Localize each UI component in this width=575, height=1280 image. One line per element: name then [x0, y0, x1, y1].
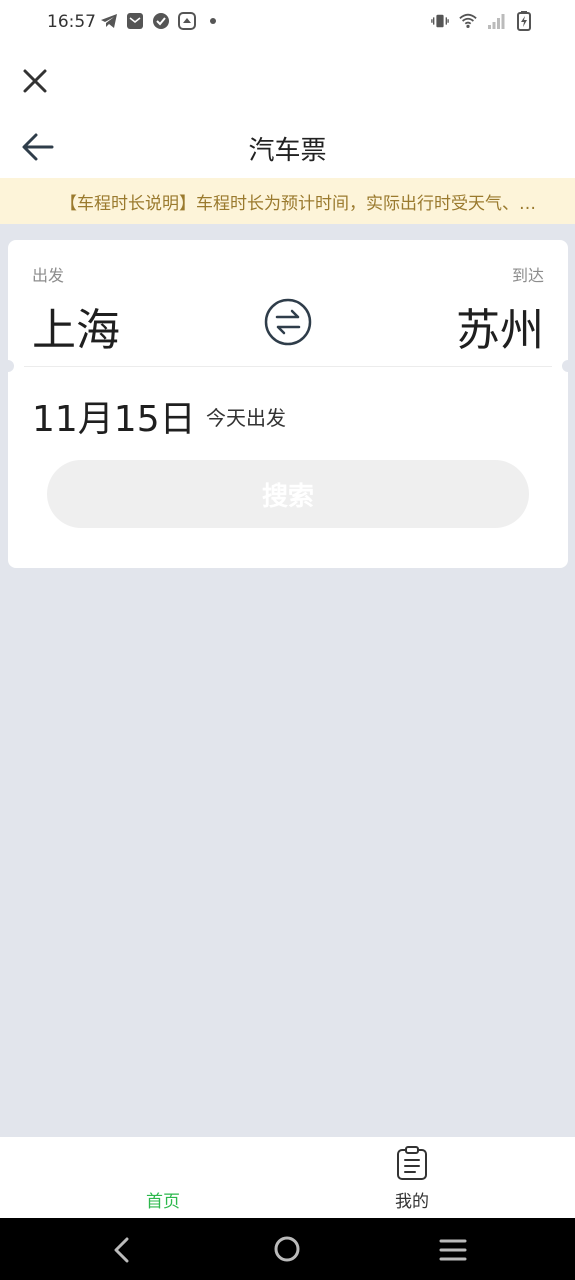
- date-note: 今天出发: [206, 406, 286, 430]
- telegram-icon: [100, 12, 118, 30]
- swap-button[interactable]: [264, 298, 312, 346]
- chevron-left-icon: [114, 1237, 129, 1263]
- notice-text: 【车程时长说明】车程时长为预计时间，实际出行时受天气、…: [60, 194, 536, 214]
- system-recents-button[interactable]: [438, 1236, 468, 1264]
- notice-banner[interactable]: 【车程时长说明】车程时长为预计时间，实际出行时受天气、…: [0, 178, 575, 224]
- swap-icon: [264, 298, 312, 346]
- departure-label: 出发: [32, 266, 65, 285]
- status-time: 16:57: [47, 12, 96, 32]
- arrival-city[interactable]: 苏州: [456, 294, 544, 358]
- circle-home-icon: [274, 1236, 300, 1262]
- search-card: 出发 到达 上海 苏州 11月15日 今天出发 搜索: [2, 240, 574, 568]
- vibrate-icon: [431, 12, 449, 30]
- notification-icons: [100, 12, 222, 30]
- close-icon: [23, 69, 47, 93]
- menu-icon: [439, 1239, 467, 1261]
- search-button[interactable]: 搜索: [47, 460, 529, 528]
- wifi-icon: [459, 12, 477, 30]
- card-notch-right: [562, 360, 574, 372]
- page-title: 汽车票: [248, 136, 327, 166]
- divider: [24, 366, 552, 367]
- check-circle-icon: [152, 12, 170, 30]
- system-navigation-bar: [0, 1218, 575, 1280]
- status-bar: 16:57: [0, 0, 575, 48]
- tab-mine-label: 我的: [395, 1192, 429, 1212]
- app-icon: [178, 12, 196, 30]
- tab-mine[interactable]: 我的: [312, 1137, 512, 1218]
- clipboard-icon: [397, 1146, 427, 1180]
- system-status-icons: [431, 11, 533, 31]
- tab-home[interactable]: 首页: [63, 1137, 263, 1218]
- departure-city[interactable]: 上海: [32, 294, 120, 358]
- departure-date[interactable]: 11月15日: [32, 390, 196, 442]
- close-bar: [0, 48, 575, 116]
- nav-bar: 汽车票: [0, 116, 575, 178]
- signal-icon: [487, 12, 505, 30]
- mail-icon: [126, 12, 144, 30]
- tab-home-label: 首页: [146, 1192, 180, 1212]
- bottom-tab-bar: 首页 我的: [0, 1137, 575, 1218]
- close-button[interactable]: [18, 64, 52, 98]
- arrival-label: 到达: [511, 266, 544, 285]
- card-notch-left: [2, 360, 14, 372]
- system-back-button[interactable]: [108, 1236, 136, 1264]
- dot-icon: [204, 12, 222, 30]
- battery-charging-icon: [515, 11, 533, 31]
- system-home-button[interactable]: [272, 1234, 302, 1264]
